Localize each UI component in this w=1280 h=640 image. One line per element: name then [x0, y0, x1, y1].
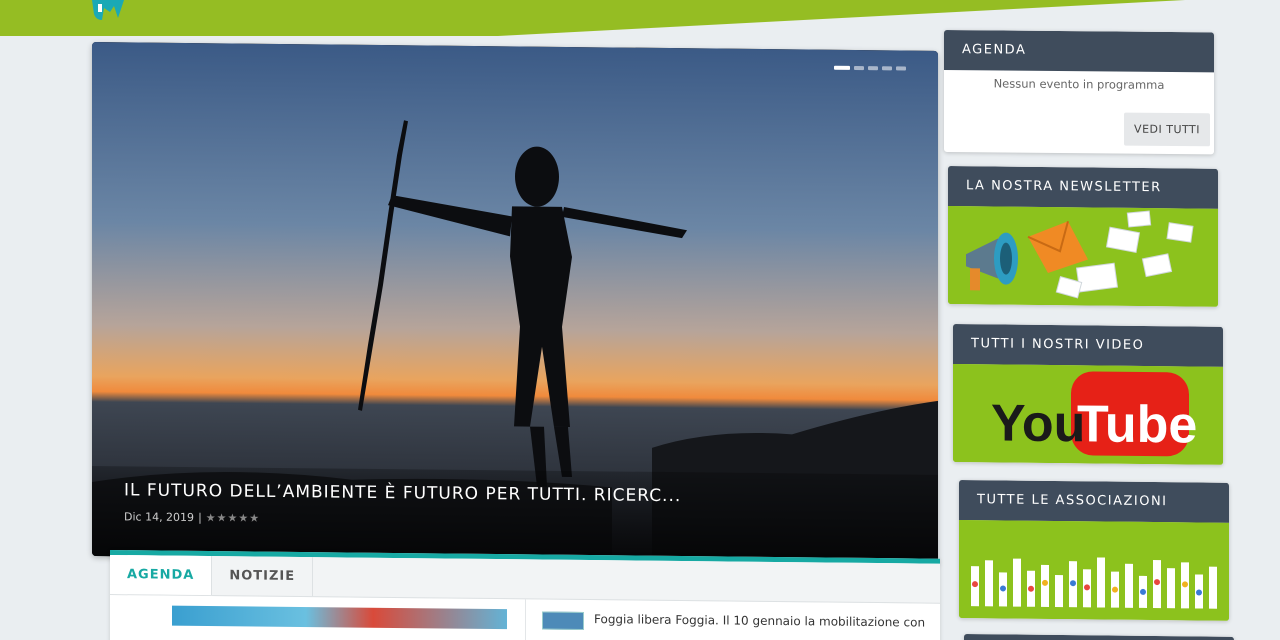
tab-bar: AGENDA NOTIZIE — [110, 555, 940, 604]
widget-title-associations: TUTTE LE ASSOCIAZIONI — [959, 480, 1229, 523]
slider-dot-5[interactable] — [896, 66, 906, 71]
videos-widget[interactable]: TUTTI I NOSTRI VIDEO You Tube — [953, 324, 1223, 465]
raised-hands-icon — [959, 520, 1229, 621]
divider — [525, 599, 526, 640]
associations-banner[interactable] — [959, 520, 1229, 621]
list-item[interactable]: Foggia libera Foggia. Il 10 gennaio la m… — [542, 611, 925, 634]
tab-agenda[interactable]: AGENDA — [110, 555, 213, 596]
youtube-banner[interactable]: You Tube — [953, 364, 1223, 465]
news-thumbnail[interactable] — [542, 611, 584, 630]
associations-widget[interactable]: TUTTE LE ASSOCIAZIONI — [959, 480, 1229, 621]
rating-stars-icon[interactable]: ★★★★★ — [206, 511, 260, 525]
slider-dot-4[interactable] — [882, 66, 892, 71]
agenda-widget: AGENDA Nessun evento in programma VEDI T… — [944, 30, 1214, 155]
slider-dot-2[interactable] — [854, 65, 864, 71]
slide-date: Dic 14, 2019 — [124, 510, 195, 525]
megaphone-icon — [948, 206, 1218, 307]
slide-caption: IL FUTURO DELL’AMBIENTE È FUTURO PER TUT… — [92, 466, 938, 565]
hero-slider[interactable]: IL FUTURO DELL’AMBIENTE È FUTURO PER TUT… — [92, 42, 938, 565]
featured-news-image[interactable] — [172, 605, 507, 630]
youtube-you-text: You — [991, 394, 1085, 453]
tab-notizie[interactable]: NOTIZIE — [212, 556, 314, 597]
slide-title[interactable]: IL FUTURO DELL’AMBIENTE È FUTURO PER TUT… — [124, 480, 906, 508]
widget-title-videos: TUTTI I NOSTRI VIDEO — [953, 324, 1223, 367]
slider-dots[interactable] — [834, 65, 906, 71]
slide-meta: Dic 14, 2019 | ★★★★★ — [124, 510, 906, 531]
next-widget-head — [964, 634, 1234, 640]
newsletter-banner[interactable] — [948, 206, 1218, 307]
meta-separator: | — [198, 511, 202, 525]
youtube-icon: You Tube — [953, 364, 1223, 465]
slider-dot-3[interactable] — [868, 66, 878, 71]
view-all-button[interactable]: VEDI TUTTI — [1124, 112, 1210, 147]
widget-title-newsletter: LA NOSTRA NEWSLETTER — [948, 166, 1218, 209]
next-widget — [964, 634, 1234, 640]
site-logo[interactable] — [88, 0, 128, 22]
youtube-tube-text: Tube — [1077, 395, 1197, 454]
tabs-panel: AGENDA NOTIZIE Foggia libera Foggia. Il … — [110, 550, 940, 640]
news-item-title[interactable]: Foggia libera Foggia. Il 10 gennaio la m… — [594, 612, 925, 629]
widget-title-agenda: AGENDA — [944, 30, 1214, 73]
agenda-empty-text: Nessun evento in programma — [993, 76, 1165, 92]
newsletter-widget[interactable]: LA NOSTRA NEWSLETTER — [948, 166, 1218, 307]
slider-dot-1[interactable] — [834, 65, 850, 70]
